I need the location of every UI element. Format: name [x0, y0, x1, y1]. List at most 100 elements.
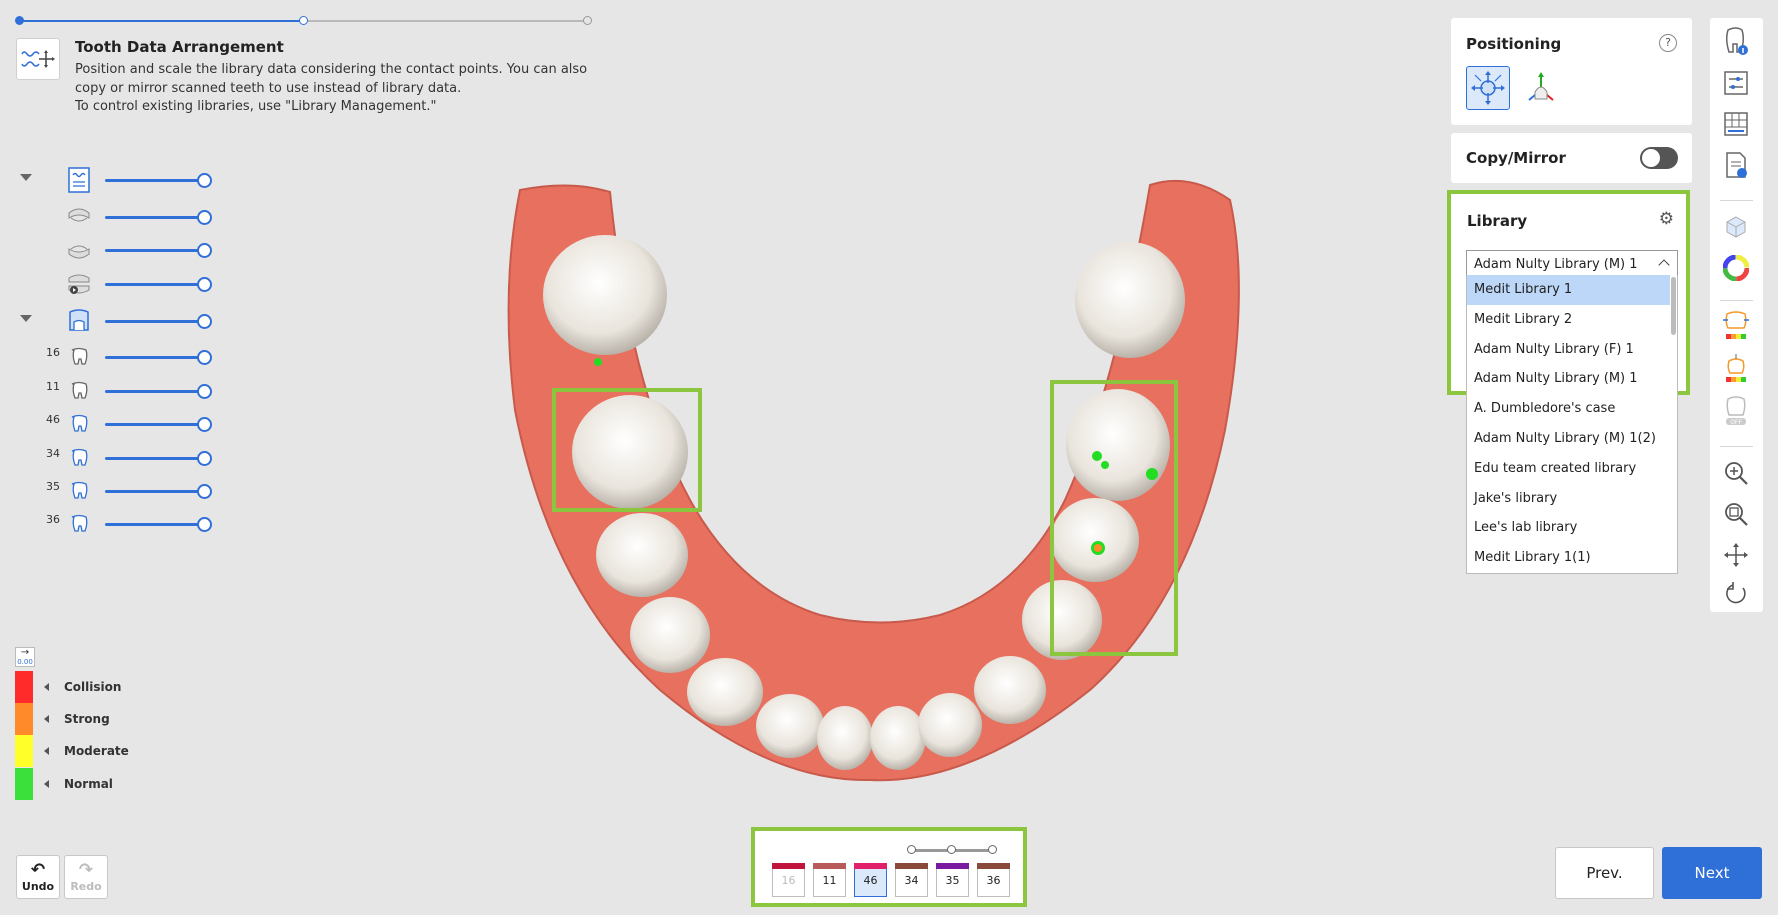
opacity-slider[interactable] — [105, 390, 205, 393]
tooth-icon[interactable] — [66, 344, 92, 370]
tooth-model[interactable] — [974, 656, 1046, 724]
library-option[interactable]: Medit Library 1(1) — [1467, 543, 1670, 573]
move-tool-button[interactable] — [1466, 66, 1510, 110]
tooth-chip-16[interactable]: 16 — [772, 863, 805, 897]
cube-icon[interactable] — [1721, 212, 1751, 242]
legend-arrow-icon[interactable] — [44, 683, 49, 691]
tooth-model[interactable] — [870, 706, 926, 770]
opacity-slider[interactable] — [105, 249, 205, 252]
zoom-fit-icon[interactable] — [1721, 499, 1751, 529]
opacity-slider-handle[interactable] — [197, 484, 212, 499]
legend-arrow-icon[interactable] — [44, 780, 49, 788]
opacity-slider-handle[interactable] — [197, 384, 212, 399]
pan-icon[interactable] — [1721, 540, 1751, 570]
tooth-model[interactable] — [1051, 498, 1139, 582]
legend-arrow-icon[interactable] — [44, 715, 49, 723]
tooth-model[interactable] — [817, 706, 873, 770]
library-option[interactable]: Adam Nulty Library (F) 1 — [1467, 335, 1670, 365]
tooth-chip-34[interactable]: 34 — [895, 863, 928, 897]
upper-jaw-icon[interactable] — [66, 204, 92, 230]
tooth-model[interactable] — [756, 694, 824, 758]
opacity-slider-handle[interactable] — [197, 243, 212, 258]
undo-button[interactable]: ↶ Undo — [16, 855, 60, 899]
tooth-icon[interactable] — [66, 445, 92, 471]
library-option[interactable]: Medit Library 2 — [1467, 305, 1670, 335]
rotate-icon[interactable] — [1721, 579, 1751, 609]
tooth-icon[interactable] — [66, 478, 92, 504]
opacity-slider-handle[interactable] — [197, 173, 212, 188]
opacity-slider-handle[interactable] — [197, 210, 212, 225]
prev-button[interactable]: Prev. — [1555, 847, 1654, 899]
tooth-distance-icon[interactable] — [1721, 354, 1751, 385]
help-icon[interactable]: ? — [1659, 34, 1677, 52]
opacity-slider-handle[interactable] — [197, 517, 212, 532]
range-handle[interactable] — [988, 845, 997, 854]
tooth-model[interactable] — [918, 693, 982, 757]
tooth-info-icon[interactable] — [1721, 26, 1751, 56]
lower-jaw-icon[interactable] — [66, 237, 92, 263]
opacity-slider[interactable] — [105, 320, 205, 323]
range-handle[interactable] — [947, 845, 956, 854]
opacity-slider[interactable] — [105, 523, 205, 526]
tooth-model[interactable] — [630, 597, 710, 673]
opacity-slider[interactable] — [105, 216, 205, 219]
library-tooth-icon[interactable] — [66, 308, 92, 334]
collapse-arrow-icon[interactable] — [20, 174, 32, 181]
3d-jaw-view[interactable] — [490, 170, 1270, 790]
dropdown-scrollbar[interactable] — [1671, 277, 1676, 335]
tooth-model[interactable] — [1075, 242, 1185, 358]
next-button[interactable]: Next — [1662, 847, 1762, 899]
opacity-slider-handle[interactable] — [197, 451, 212, 466]
library-option[interactable]: Adam Nulty Library (M) 1 — [1467, 364, 1670, 394]
opacity-slider[interactable] — [105, 457, 205, 460]
opacity-slider-handle[interactable] — [197, 417, 212, 432]
zoom-in-icon[interactable] — [1721, 458, 1751, 488]
tooth-model[interactable] — [572, 395, 688, 509]
collapse-arrow-icon[interactable] — [20, 315, 32, 322]
library-option[interactable]: Adam Nulty Library (M) 1(2) — [1467, 424, 1670, 454]
undo-icon: ↶ — [30, 860, 46, 880]
library-option[interactable]: Lee's lab library — [1467, 513, 1670, 543]
tooth-contact-icon[interactable] — [1721, 311, 1751, 342]
color-wheel-icon[interactable] — [1721, 253, 1751, 283]
library-dropdown-list[interactable]: Medit Library 1 Medit Library 2 Adam Nul… — [1466, 275, 1678, 574]
opacity-slider[interactable] — [105, 179, 205, 182]
document-icon[interactable] — [1721, 150, 1751, 180]
tooth-icon[interactable] — [66, 511, 92, 537]
tooth-model[interactable] — [543, 235, 667, 355]
opacity-slider[interactable] — [105, 356, 205, 359]
distance-scale-icon[interactable]: → 0.00 — [15, 647, 35, 667]
grid-icon[interactable] — [1721, 109, 1751, 139]
tooth-chip-36[interactable]: 36 — [977, 863, 1010, 897]
library-option[interactable]: A. Dumbledore's case — [1467, 394, 1670, 424]
opacity-slider-handle[interactable] — [197, 277, 212, 292]
axis-tool-button[interactable] — [1519, 66, 1563, 110]
library-option[interactable]: Jake's library — [1467, 484, 1670, 514]
opacity-slider-handle[interactable] — [197, 350, 212, 365]
library-option[interactable]: Medit Library 1 — [1467, 275, 1670, 305]
opacity-slider[interactable] — [105, 490, 205, 493]
occlusion-icon[interactable] — [66, 271, 92, 297]
gear-icon[interactable]: ⚙ — [1659, 209, 1674, 229]
tooth-icon[interactable] — [66, 411, 92, 437]
scan-data-icon[interactable] — [66, 167, 92, 193]
tooth-chip-11[interactable]: 11 — [813, 863, 846, 897]
range-handle[interactable] — [907, 845, 916, 854]
tooth-model[interactable] — [687, 658, 763, 726]
tooth-icon[interactable] — [66, 378, 92, 404]
tooth-model[interactable] — [1066, 389, 1170, 501]
opacity-slider[interactable] — [105, 423, 205, 426]
settings-sliders-icon[interactable] — [1721, 68, 1751, 98]
library-option[interactable]: Edu team created library — [1467, 454, 1670, 484]
opacity-slider-handle[interactable] — [197, 314, 212, 329]
opacity-slider[interactable] — [105, 283, 205, 286]
tooth-range-slider[interactable] — [907, 845, 997, 854]
tooth-chip-46[interactable]: 46 — [854, 863, 887, 897]
tooth-off-icon[interactable]: OFF — [1721, 396, 1751, 426]
redo-button[interactable]: ↷ Redo — [64, 855, 108, 899]
copy-mirror-toggle[interactable] — [1640, 147, 1678, 169]
tooth-model[interactable] — [1022, 580, 1102, 660]
tooth-model[interactable] — [596, 513, 688, 597]
tooth-chip-35[interactable]: 35 — [936, 863, 969, 897]
legend-arrow-icon[interactable] — [44, 747, 49, 755]
